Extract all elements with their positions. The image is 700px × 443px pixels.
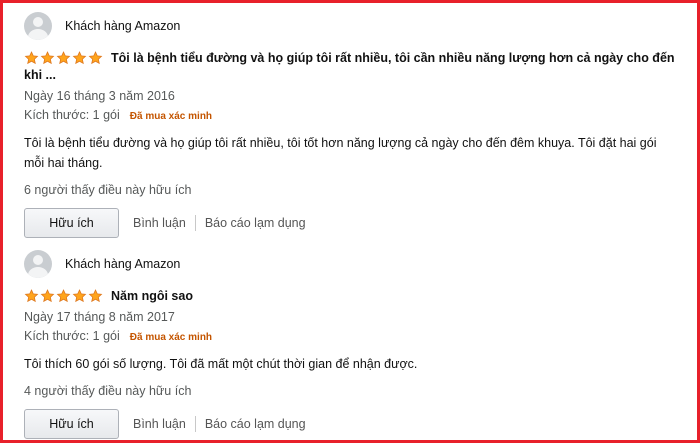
review-body: Tôi là bệnh tiểu đường và họ giúp tôi rấ…: [24, 136, 657, 170]
helpful-count: 4 người thấy điều này hữu ích: [24, 384, 192, 398]
review-list-frame: Khách hàng Amazon Tôi là bệnh tiểu đường…: [0, 0, 700, 443]
reviewer-name: Khách hàng Amazon: [65, 19, 181, 33]
star-icon: [40, 51, 55, 65]
report-abuse-link[interactable]: Báo cáo lạm dụng: [196, 417, 315, 431]
star-icon: [72, 289, 87, 303]
star-rating[interactable]: [24, 51, 104, 65]
star-icon: [72, 51, 87, 65]
star-icon: [24, 289, 39, 303]
verified-purchase-badge: Đã mua xác minh: [129, 332, 213, 343]
product-variant: Kích thước: 1 gói: [24, 329, 120, 343]
star-icon: [24, 51, 39, 65]
star-icon: [40, 289, 55, 303]
star-icon: [56, 289, 71, 303]
reviewer-profile[interactable]: Khách hàng Amazon: [24, 11, 684, 41]
review-body: Tôi thích 60 gói số lượng. Tôi đã mất mộ…: [24, 357, 418, 371]
review-date: Ngày 16 tháng 3 năm 2016: [24, 89, 175, 103]
report-abuse-link[interactable]: Báo cáo lạm dụng: [196, 216, 315, 230]
review-title[interactable]: Năm ngôi sao: [111, 288, 193, 305]
product-variant: Kích thước: 1 gói: [24, 108, 120, 122]
star-rating[interactable]: [24, 289, 104, 303]
comment-link[interactable]: Bình luận: [133, 417, 195, 431]
review-date: Ngày 17 tháng 8 năm 2017: [24, 310, 175, 324]
review-card: Khách hàng Amazon Tôi là bệnh tiểu đường…: [24, 11, 684, 238]
star-icon: [88, 289, 103, 303]
helpful-count: 6 người thấy điều này hữu ích: [24, 183, 192, 197]
star-icon: [56, 51, 71, 65]
star-icon: [88, 51, 103, 65]
reviewer-profile[interactable]: Khách hàng Amazon: [24, 249, 684, 279]
helpful-button[interactable]: Hữu ích: [24, 409, 119, 439]
review-title-continued[interactable]: khi ...: [24, 67, 684, 84]
avatar: [24, 250, 52, 278]
comment-link[interactable]: Bình luận: [133, 216, 195, 230]
verified-purchase-badge: Đã mua xác minh: [129, 111, 213, 122]
review-title[interactable]: Tôi là bệnh tiểu đường và họ giúp tôi rấ…: [111, 50, 675, 67]
avatar: [24, 12, 52, 40]
reviewer-name: Khách hàng Amazon: [65, 257, 181, 271]
helpful-button[interactable]: Hữu ích: [24, 208, 119, 238]
review-card: Khách hàng Amazon Năm ngôi sao Ngày 17 t…: [24, 249, 684, 439]
